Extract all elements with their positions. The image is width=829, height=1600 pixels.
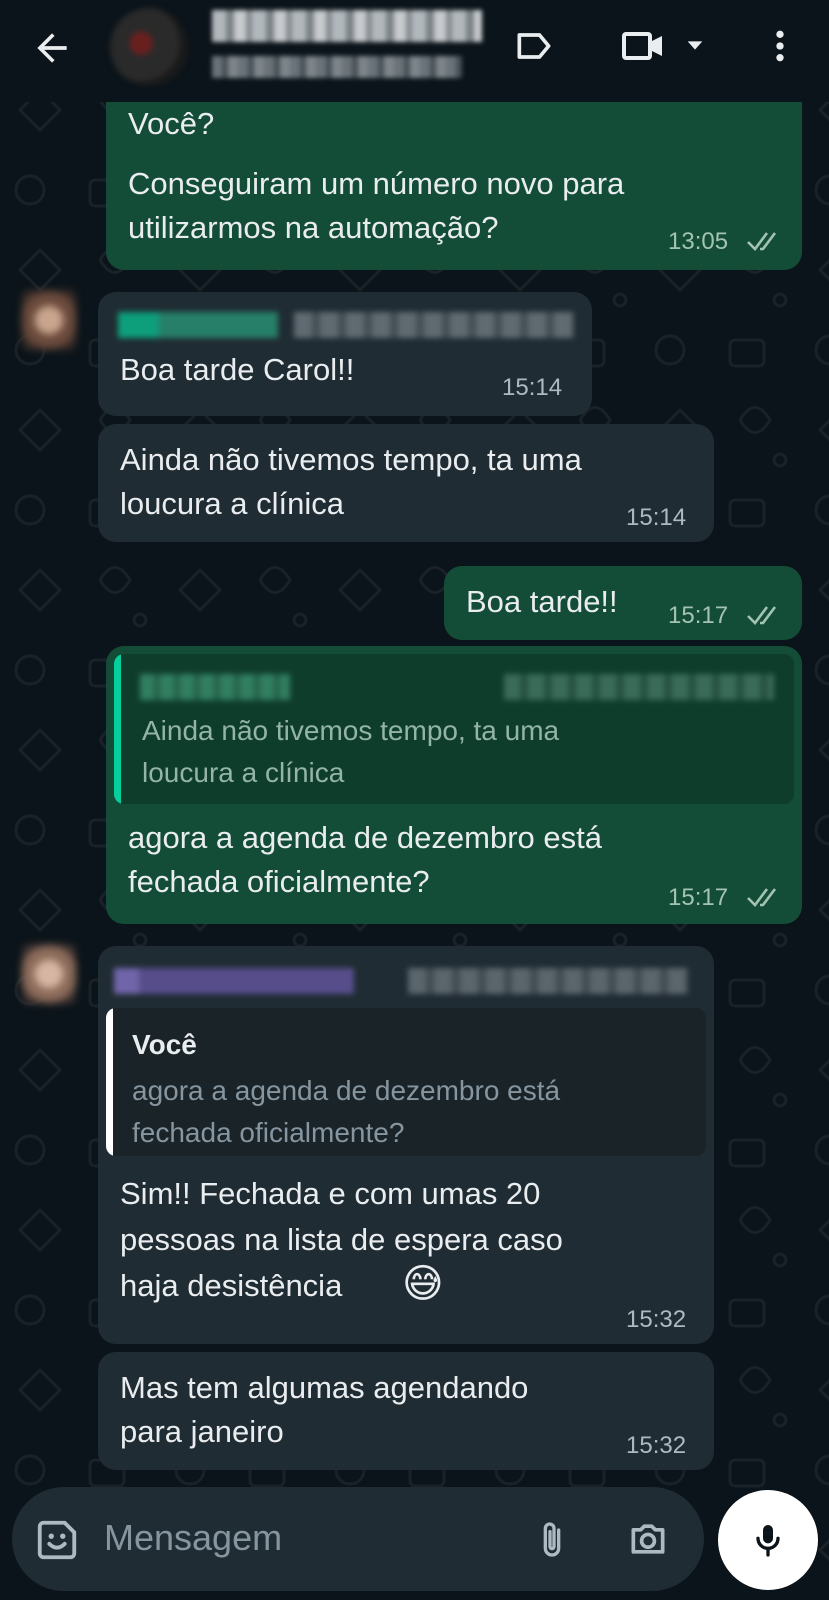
- chat-header: [0, 0, 829, 102]
- double-check-icon: [747, 232, 777, 251]
- message-bubble-incoming[interactable]: Ainda não tivemos tempo, ta uma loucura …: [98, 424, 714, 542]
- quoted-message[interactable]: Você agora a agenda de dezembro está fec…: [106, 1008, 706, 1156]
- message-bubble-incoming[interactable]: Mas tem algumas agendando para janeiro 1…: [98, 1352, 714, 1470]
- message-partial-text: Você?: [128, 106, 215, 141]
- message-time: 15:17: [668, 602, 729, 629]
- quote-author: Você: [132, 1029, 197, 1060]
- message-text: pessoas na lista de espera caso: [120, 1222, 563, 1257]
- message-text: loucura a clínica: [120, 486, 345, 521]
- message-time: 15:32: [626, 1432, 687, 1459]
- message-bubble-incoming[interactable]: Você agora a agenda de dezembro está fec…: [98, 946, 714, 1344]
- message-bubble-outgoing[interactable]: Boa tarde!! 15:17: [444, 566, 802, 640]
- message-text: agora a agenda de dezembro está: [128, 820, 602, 855]
- message-text: Conseguiram um número novo para: [128, 166, 625, 201]
- message-bubble-incoming[interactable]: Boa tarde Carol!! 15:14: [98, 292, 592, 416]
- sender-avatar[interactable]: [22, 290, 76, 350]
- message-input[interactable]: Mensagem: [104, 1517, 282, 1559]
- message-text: Ainda não tivemos tempo, ta uma: [120, 442, 582, 477]
- quote-text: agora a agenda de dezembro está: [132, 1075, 561, 1106]
- message-text: Boa tarde!!: [466, 584, 618, 619]
- quoted-message[interactable]: Ainda não tivemos tempo, ta uma loucura …: [114, 654, 794, 804]
- message-text: fechada oficialmente?: [128, 864, 430, 899]
- chevron-down-icon[interactable]: [684, 34, 706, 56]
- message-time: 13:05: [668, 228, 729, 255]
- arrow-left-icon[interactable]: [30, 26, 74, 70]
- message-text: Boa tarde Carol!!: [120, 352, 355, 387]
- message-time: 15:17: [668, 884, 729, 911]
- message-time: 15:14: [502, 374, 563, 401]
- quote-author: [140, 674, 290, 700]
- sender-name: [114, 968, 354, 994]
- quote-accent-bar: [114, 654, 121, 804]
- message-text: haja desistência: [120, 1268, 343, 1303]
- quote-accent-bar: [106, 1008, 113, 1156]
- label-tag-icon[interactable]: [512, 24, 556, 68]
- sender-name: [118, 312, 278, 338]
- message-text: Sim!! Fechada e com umas 20: [120, 1176, 541, 1211]
- microphone-icon: [756, 1525, 780, 1557]
- sender-avatar[interactable]: [22, 944, 76, 1004]
- emoji: 😅: [402, 1262, 444, 1306]
- video-camera-icon[interactable]: [620, 22, 668, 70]
- quote-author-phone: [504, 674, 774, 700]
- sender-phone: [294, 312, 574, 338]
- message-text: Mas tem algumas agendando: [120, 1370, 529, 1405]
- double-check-icon: [747, 606, 777, 625]
- quote-text: fechada oficialmente?: [132, 1117, 405, 1148]
- message-text: para janeiro: [120, 1414, 284, 1449]
- contact-avatar[interactable]: [110, 8, 188, 86]
- camera-icon[interactable]: [624, 1517, 672, 1561]
- message-time: 15:32: [626, 1306, 687, 1333]
- message-text: utilizarmos na automação?: [128, 210, 499, 245]
- quote-text: loucura a clínica: [142, 757, 345, 788]
- sender-phone: [408, 968, 688, 994]
- quote-text: Ainda não tivemos tempo, ta uma: [142, 715, 560, 746]
- message-time: 15:14: [626, 504, 687, 531]
- sticker-icon[interactable]: [34, 1517, 80, 1563]
- double-check-icon: [747, 888, 777, 907]
- message-composer[interactable]: Mensagem: [12, 1487, 704, 1591]
- more-vert-icon[interactable]: [760, 22, 800, 70]
- chat-title[interactable]: [212, 10, 482, 42]
- paperclip-icon[interactable]: [532, 1515, 572, 1565]
- voice-record-button[interactable]: [718, 1490, 818, 1590]
- message-bubble-outgoing[interactable]: Ainda não tivemos tempo, ta uma loucura …: [106, 646, 802, 924]
- chat-subtitle: [212, 56, 462, 78]
